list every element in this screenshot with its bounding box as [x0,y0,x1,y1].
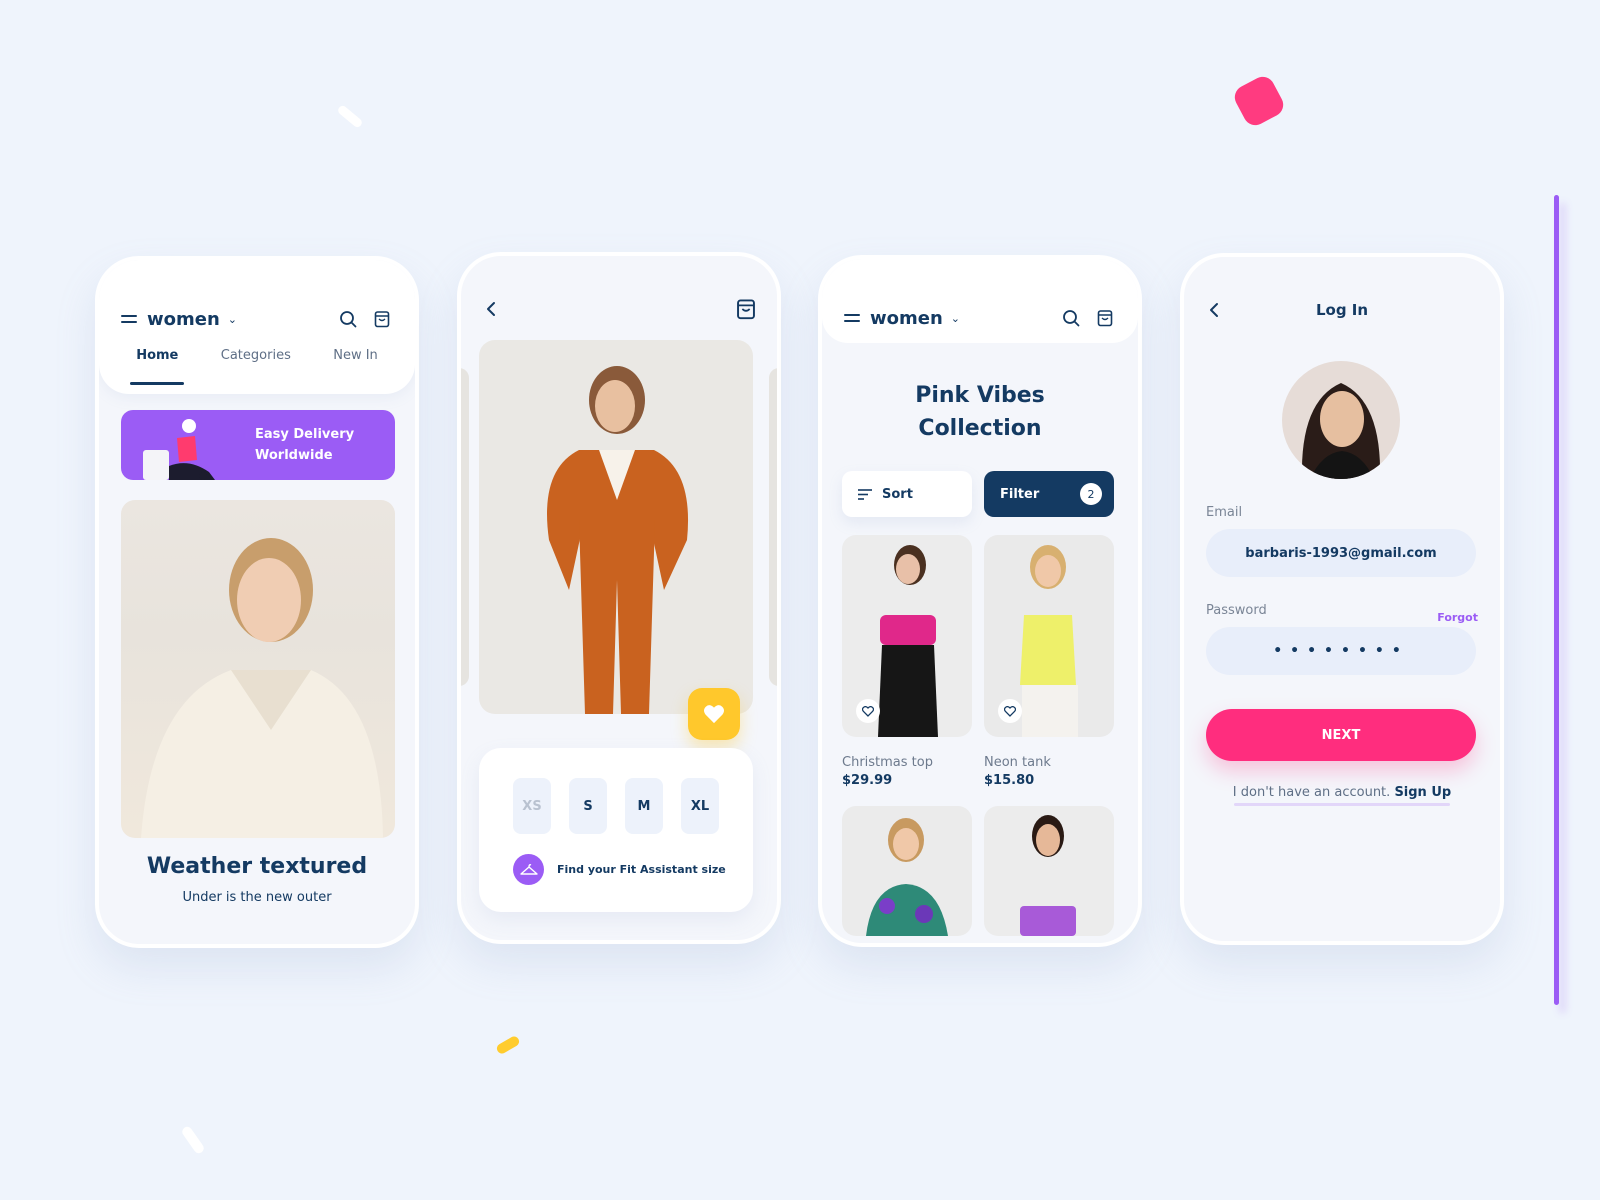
favorite-button[interactable] [998,699,1022,723]
previous-image-peek[interactable] [461,368,469,686]
collection-title-line-2: Collection [918,416,1042,441]
add-to-favorites-button[interactable] [688,688,740,740]
decorative-white-dash [180,1124,206,1156]
product-image[interactable] [842,806,972,936]
no-account-text: I don't have an account. [1232,785,1391,800]
hero-title: Weather textured [146,854,368,879]
search-icon[interactable] [1060,307,1082,329]
tab-new-in[interactable]: New In [333,348,378,383]
login-title: Log In [1315,301,1369,319]
collection-title: Pink Vibes Collection [822,379,1138,445]
product-card[interactable]: Christmas top $29.99 [842,535,972,788]
product-image[interactable] [984,806,1114,936]
hamburger-icon[interactable] [844,313,860,323]
model-photo [547,366,689,714]
model-photo [1020,815,1076,936]
model-photo [866,818,948,936]
product-price: $15.80 [984,773,1035,788]
chevron-down-icon[interactable]: ⌄ [228,313,237,326]
delivery-banner[interactable]: Easy Delivery Worldwide [121,410,395,480]
decorative-pink-shape [1230,72,1288,130]
banner-line-1: Easy Delivery [255,427,355,442]
size-s[interactable]: S [569,778,607,834]
hanger-icon [513,854,544,885]
size-m[interactable]: M [625,778,663,834]
category-selector[interactable]: women [870,308,943,329]
shopping-bag-icon[interactable] [371,308,393,330]
phone-home-screen: women ⌄ Home Categories New In Easy Deli… [95,256,419,948]
sort-button[interactable]: Sort [842,471,972,517]
user-avatar[interactable] [1282,361,1400,479]
sign-up-link[interactable]: Sign Up [1394,785,1451,800]
phone-collection-screen: women ⌄ Pink Vibes Collection Sort Filte… [818,255,1142,947]
product-price: $29.99 [842,773,893,788]
avatar-photo [1301,383,1381,479]
heart-outline-icon [862,705,874,717]
home-header: women ⌄ Home Categories New In [99,260,415,394]
product-card[interactable]: Neon tank $15.80 [984,535,1114,788]
email-field[interactable]: barbaris-1993@gmail.com [1206,529,1476,577]
search-icon[interactable] [337,308,359,330]
home-tabs: Home Categories New In [99,348,415,385]
chevron-down-icon[interactable]: ⌄ [951,312,960,325]
password-field[interactable]: •••••••• [1206,627,1476,675]
filter-button[interactable]: Filter 2 [984,471,1114,517]
sort-icon [858,488,872,500]
hero-subtitle: Under is the new outer [182,890,332,905]
model-photo [141,538,383,838]
fit-assistant-label: Find your Fit Assistant size [557,863,726,876]
size-xs: XS [513,778,551,834]
product-name: Christmas top [842,755,933,770]
sort-label: Sort [882,486,913,502]
product-name: Neon tank [984,755,1051,770]
forgot-password-link[interactable]: Forgot [1437,611,1478,624]
product-image[interactable] [984,535,1114,737]
decorative-white-dash [336,104,364,129]
size-selector-card: XS S M XL Find your Fit Assistant size [479,748,753,912]
tab-categories[interactable]: Categories [221,348,291,383]
fit-assistant-link[interactable]: Find your Fit Assistant size [513,854,726,885]
email-label: Email [1206,505,1243,520]
category-selector[interactable]: women [147,309,220,330]
next-button[interactable]: NEXT [1206,709,1476,761]
tab-home[interactable]: Home [130,348,185,385]
password-label: Password [1206,603,1267,618]
favorite-button[interactable] [856,699,880,723]
delivery-courier-illustration [143,419,215,480]
collection-title-line-1: Pink Vibes [915,383,1045,408]
collection-header: women ⌄ [822,259,1138,343]
signup-prompt: I don't have an account. Sign Up [1184,785,1500,800]
chevron-left-icon[interactable] [481,298,503,320]
filter-label: Filter [1000,486,1040,502]
heart-outline-icon [1004,705,1016,717]
size-options: XS S M XL [513,778,719,834]
phone-product-screen: XS S M XL Find your Fit Assistant size [457,252,781,944]
product-card[interactable] [842,788,972,936]
filter-count-badge: 2 [1080,483,1102,505]
product-image[interactable] [842,535,972,737]
size-xl[interactable]: XL [681,778,719,834]
next-image-peek[interactable] [769,368,777,686]
product-card[interactable] [984,788,1114,936]
shopping-bag-icon[interactable] [735,298,757,320]
product-image-orange-suit[interactable] [479,340,753,714]
decorative-yellow-dash [495,1034,521,1056]
hamburger-icon[interactable] [121,314,137,324]
heart-icon [704,705,724,724]
shopping-bag-icon[interactable] [1094,307,1116,329]
decorative-purple-line [1554,195,1559,1005]
product-grid: Christmas top $29.99 Neon tank $15.80 [842,535,1114,936]
hero-image-teddy-coat[interactable] [121,500,395,838]
banner-line-2: Worldwide [255,448,333,463]
phone-login-screen: Log In Email barbaris-1993@gmail.com Pas… [1180,253,1504,945]
signup-underline [1234,803,1450,806]
